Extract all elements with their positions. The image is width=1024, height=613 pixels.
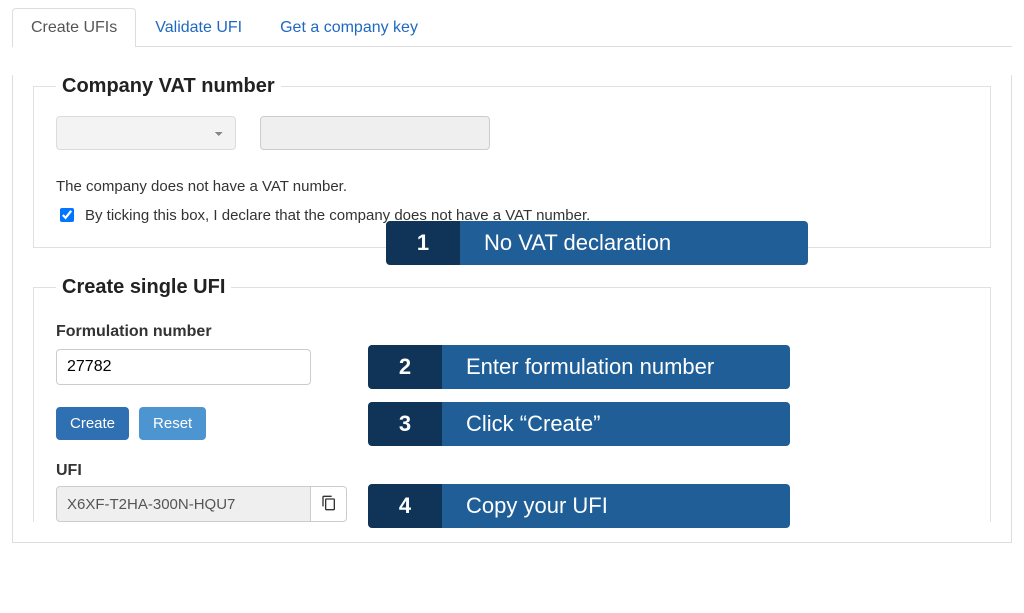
formulation-input[interactable] (56, 349, 311, 385)
callout-2-label: Enter formulation number (442, 345, 790, 389)
callout-4: 4 Copy your UFI (368, 484, 790, 528)
callout-4-label: Copy your UFI (442, 484, 790, 528)
callout-3-number: 3 (368, 402, 442, 446)
vat-legend: Company VAT number (56, 75, 281, 98)
callout-1-number: 1 (386, 221, 460, 265)
tab-get-company-key[interactable]: Get a company key (261, 8, 437, 47)
callout-2: 2 Enter formulation number (368, 345, 790, 389)
no-vat-checkbox[interactable] (60, 208, 74, 222)
callout-1-label: No VAT declaration (460, 221, 808, 265)
tab-bar: Create UFIs Validate UFI Get a company k… (12, 8, 1012, 47)
vat-country-select[interactable] (56, 116, 236, 150)
clipboard-icon (321, 495, 337, 514)
tab-validate-ufi[interactable]: Validate UFI (136, 8, 261, 47)
formulation-label: Formulation number (56, 323, 968, 341)
callout-4-number: 4 (368, 484, 442, 528)
ufi-label: UFI (56, 462, 968, 480)
single-ufi-section: Create single UFI Formulation number 2 E… (33, 276, 991, 522)
tab-create-ufis[interactable]: Create UFIs (12, 8, 136, 47)
vat-number-input[interactable] (260, 116, 490, 150)
ufi-output[interactable] (56, 486, 311, 522)
create-button[interactable]: Create (56, 407, 129, 440)
callout-3: 3 Click “Create” (368, 402, 790, 446)
callout-2-number: 2 (368, 345, 442, 389)
vat-section: Company VAT number The company does not … (33, 75, 991, 248)
vat-controls-row (56, 116, 968, 150)
tab-content: Company VAT number The company does not … (12, 75, 1012, 543)
callout-3-label: Click “Create” (442, 402, 790, 446)
copy-ufi-button[interactable] (311, 486, 347, 522)
callout-1: 1 No VAT declaration (386, 221, 808, 265)
single-ufi-legend: Create single UFI (56, 276, 231, 299)
reset-button[interactable]: Reset (139, 407, 206, 440)
no-vat-text: The company does not have a VAT number. (56, 178, 968, 195)
